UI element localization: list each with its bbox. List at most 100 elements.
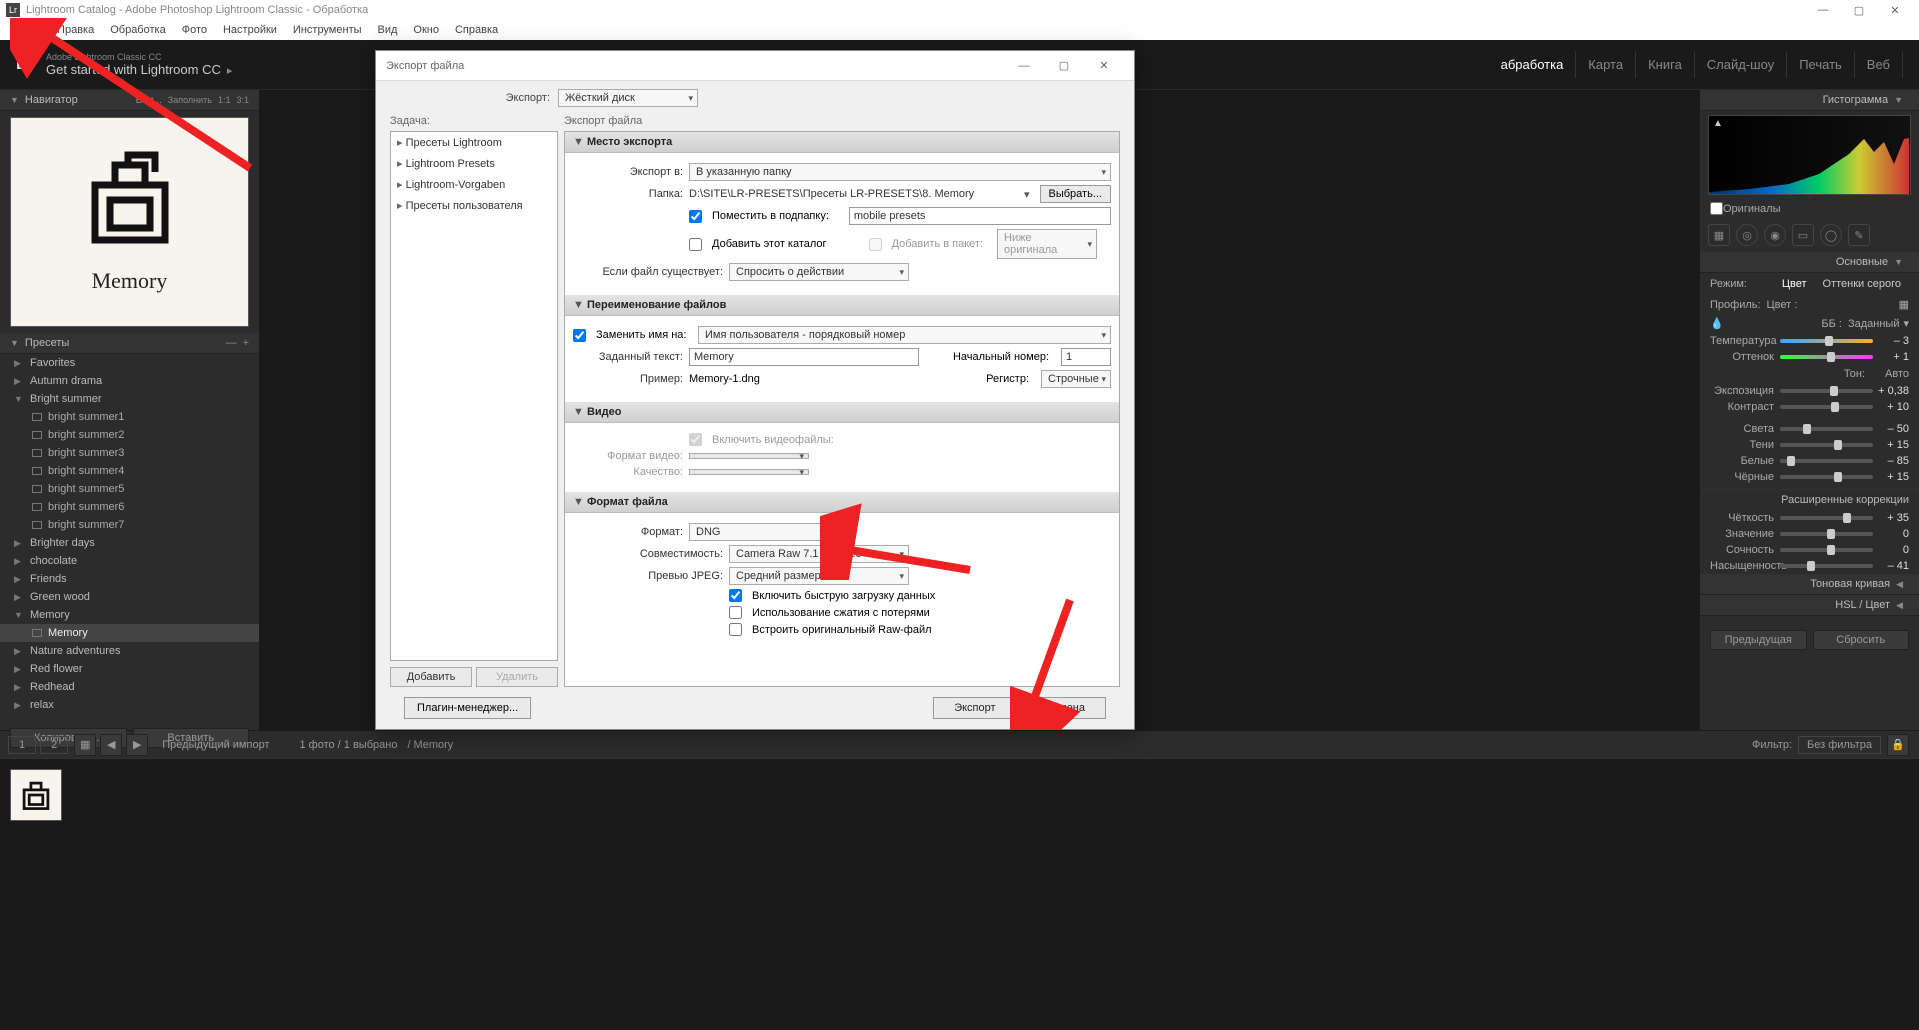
originals-checkbox[interactable] (1710, 202, 1723, 215)
module-develop[interactable]: абработка (1489, 51, 1577, 78)
blacks-value[interactable]: + 15 (1873, 471, 1909, 483)
redeye-tool-icon[interactable]: ◉ (1764, 224, 1786, 246)
put-subfolder-checkbox[interactable] (689, 210, 702, 223)
presets-minus-icon[interactable]: — (226, 337, 237, 349)
browse-button[interactable]: Выбрать... (1040, 185, 1111, 203)
presets-header[interactable]: ▼ Пресеты — + (0, 333, 259, 354)
preset-item[interactable]: bright summer2 (0, 426, 259, 444)
histogram-header[interactable]: Гистограмма ▼ (1700, 90, 1919, 111)
preset-folder[interactable]: ▼Memory (0, 606, 259, 624)
filmstrip-thumb[interactable] (10, 769, 62, 821)
menu-edit[interactable]: Правка (49, 22, 102, 38)
rename-template-select[interactable]: Имя пользователя - порядковый номер (698, 326, 1111, 344)
cancel-button[interactable]: Отмена (1025, 697, 1106, 719)
prev-icon[interactable]: ◀ (100, 734, 122, 756)
prev-import-label[interactable]: Предыдущий импорт (162, 739, 269, 751)
start-number-input[interactable] (1061, 348, 1111, 366)
list-item[interactable]: Пресеты пользователя (391, 195, 557, 216)
dehaze-slider[interactable] (1780, 532, 1873, 536)
module-slide[interactable]: Слайд-шоу (1695, 51, 1787, 78)
module-book[interactable]: Книга (1636, 51, 1695, 78)
plugin-manager-button[interactable]: Плагин-менеджер... (404, 697, 531, 719)
contrast-value[interactable]: + 10 (1873, 401, 1909, 413)
clarity-value[interactable]: + 35 (1873, 512, 1909, 524)
export-to-select[interactable]: Жёсткий диск (558, 89, 698, 107)
dehaze-value[interactable]: 0 (1873, 528, 1909, 540)
nav-1to1[interactable]: 1:1 (218, 95, 231, 105)
reset-button[interactable]: Сбросить (1813, 630, 1910, 650)
spot-tool-icon[interactable]: ◎ (1736, 224, 1758, 246)
export-settings-scroll[interactable]: Место экспорта Экспорт в:В указанную пап… (564, 131, 1120, 687)
view-tab-2[interactable]: 2 (40, 736, 68, 754)
mode-gray[interactable]: Оттенки серого (1815, 276, 1909, 292)
maximize-button[interactable]: ▢ (1841, 0, 1877, 20)
section-file-format-header[interactable]: Формат файла (565, 492, 1119, 513)
minimize-button[interactable]: — (1805, 0, 1841, 20)
menu-settings[interactable]: Настройки (215, 22, 285, 38)
menu-file[interactable]: Файл (6, 22, 49, 38)
grid-icon[interactable]: ▦ (1899, 298, 1909, 311)
highlights-slider[interactable] (1780, 427, 1873, 431)
next-icon[interactable]: ▶ (126, 734, 148, 756)
menu-help[interactable]: Справка (447, 22, 506, 38)
preset-item[interactable]: bright summer3 (0, 444, 259, 462)
exposure-slider[interactable] (1780, 389, 1873, 393)
highlights-value[interactable]: – 50 (1873, 423, 1909, 435)
preset-task-list[interactable]: Пресеты Lightroom Lightroom Presets Ligh… (390, 131, 558, 661)
module-print[interactable]: Печать (1787, 51, 1855, 78)
menu-photo[interactable]: Фото (174, 22, 215, 38)
temp-slider[interactable] (1780, 339, 1873, 343)
histogram[interactable]: ▲ (1708, 115, 1911, 195)
nav-fill[interactable]: Заполнить (168, 95, 212, 105)
clarity-slider[interactable] (1780, 516, 1873, 520)
fast-load-checkbox[interactable] (729, 589, 742, 602)
navigator-thumbnail[interactable]: Memory (10, 117, 249, 327)
shadows-value[interactable]: + 15 (1873, 439, 1909, 451)
chevron-down-icon[interactable]: ▾ (1903, 317, 1909, 330)
close-button[interactable]: ✕ (1877, 0, 1913, 20)
preset-folder[interactable]: ▶Redhead (0, 678, 259, 696)
remove-preset-button[interactable]: Удалить (476, 667, 558, 687)
tint-slider[interactable] (1780, 355, 1873, 359)
navigator-header[interactable]: ▼ Навигатор Впи... Заполнить 1:1 3:1 (0, 90, 259, 111)
filter-select[interactable]: Без фильтра (1798, 736, 1881, 754)
vibrance-slider[interactable] (1780, 548, 1873, 552)
basic-header[interactable]: Основные▼ (1700, 252, 1919, 273)
saturation-slider[interactable] (1780, 564, 1873, 568)
preset-folder[interactable]: ▼Bright summer (0, 390, 259, 408)
menu-develop[interactable]: Обработка (102, 22, 173, 38)
lossy-checkbox[interactable] (729, 606, 742, 619)
auto-button[interactable]: Авто (1885, 368, 1909, 380)
preset-item[interactable]: bright summer4 (0, 462, 259, 480)
radial-tool-icon[interactable]: ◯ (1820, 224, 1842, 246)
exposure-value[interactable]: + 0,38 (1873, 385, 1909, 397)
rename-checkbox[interactable] (573, 329, 586, 342)
preset-folder[interactable]: ▶Favorites (0, 354, 259, 372)
if-exists-select[interactable]: Спросить о действии (729, 263, 909, 281)
wb-value[interactable]: Заданный (1848, 318, 1900, 330)
module-map[interactable]: Карта (1576, 51, 1636, 78)
chevron-down-icon[interactable]: ▾ (1024, 188, 1030, 201)
saturation-value[interactable]: – 41 (1873, 560, 1909, 572)
add-preset-button[interactable]: Добавить (390, 667, 472, 687)
nav-3to1[interactable]: 3:1 (236, 95, 249, 105)
filmstrip[interactable] (0, 758, 1919, 830)
dialog-maximize-icon[interactable]: ▢ (1044, 59, 1084, 72)
mode-color[interactable]: Цвет (1774, 276, 1815, 292)
view-tab-1[interactable]: 1 (8, 736, 36, 754)
blacks-slider[interactable] (1780, 475, 1873, 479)
preset-folder[interactable]: ▶chocolate (0, 552, 259, 570)
crop-tool-icon[interactable]: ▦ (1708, 224, 1730, 246)
shadows-slider[interactable] (1780, 443, 1873, 447)
preset-item[interactable]: bright summer7 (0, 516, 259, 534)
temp-value[interactable]: – 3 (1873, 335, 1909, 347)
list-item[interactable]: Пресеты Lightroom (391, 132, 557, 153)
preset-item[interactable]: bright summer1 (0, 408, 259, 426)
dialog-titlebar[interactable]: Экспорт файла — ▢ ✕ (376, 51, 1134, 81)
preset-folder[interactable]: ▶Nature adventures (0, 642, 259, 660)
preset-item[interactable]: bright summer6 (0, 498, 259, 516)
contrast-slider[interactable] (1780, 405, 1873, 409)
nav-fit[interactable]: Впи... (136, 95, 162, 106)
clip-shadow-icon[interactable]: ▲ (1713, 118, 1723, 129)
case-select[interactable]: Строчные (1041, 370, 1111, 388)
